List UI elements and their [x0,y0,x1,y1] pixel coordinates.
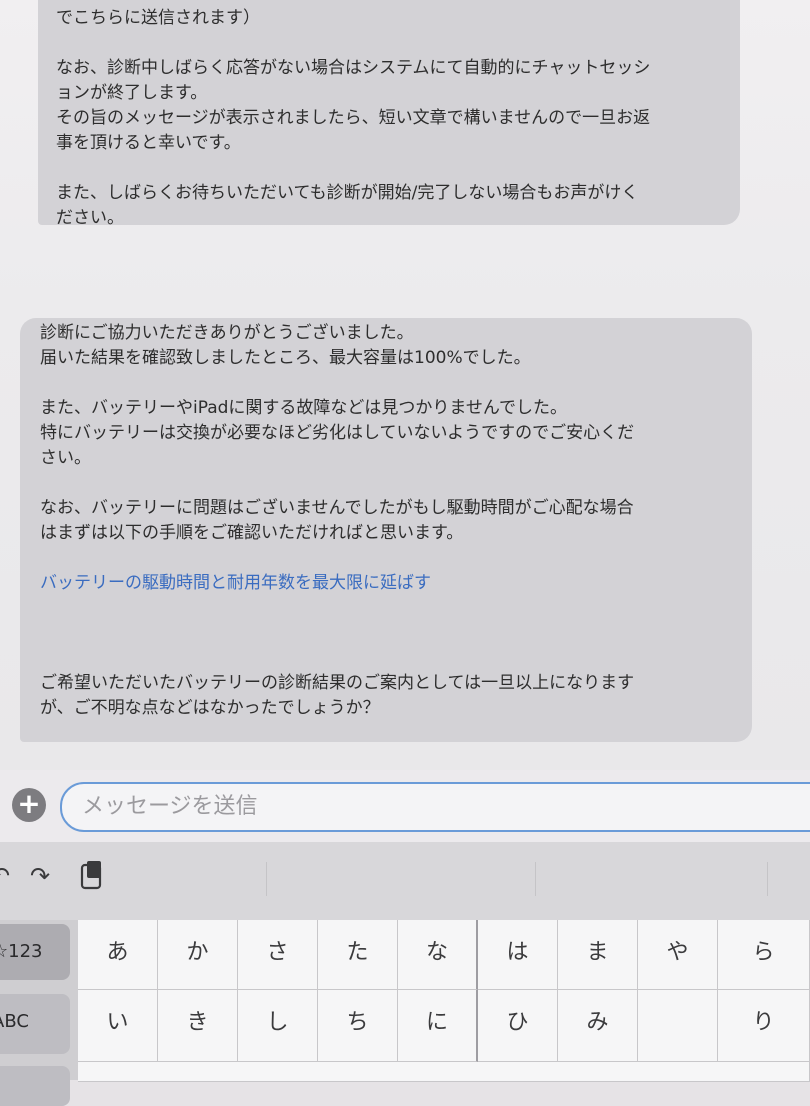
kana-key-ta[interactable]: た [318,920,398,990]
kana-key-hi[interactable]: ひ [478,990,558,1062]
numbers-mode-key[interactable]: ☆123 [0,924,70,980]
message-line: 診断にご協力いただきありがとうございました。 [40,323,414,343]
kana-key-ki[interactable]: き [158,990,238,1062]
message-line: なお、診断中しばらく応答がない場合はシステムにて自動的にチャットセッシ [56,58,651,78]
kana-key-chi[interactable]: ち [318,990,398,1062]
plus-icon[interactable]: + [12,788,46,822]
kana-key-shi[interactable]: し [238,990,318,1062]
kana-key-blank[interactable] [638,990,718,1062]
message-line: その旨のメッセージが表示されましたら、短い文章で構いませんので一旦お返 [56,108,651,128]
kana-key-mi[interactable]: み [558,990,638,1062]
kana-key-ra[interactable]: ら [718,920,810,990]
chat-transcript: でこちらに送信されます） なお、診断中しばらく応答がない場合はシステムにて自動的… [0,0,810,770]
toolbar-divider [535,862,536,896]
message-line: 事を頂けると幸いです。 [56,133,241,153]
kana-key-sa[interactable]: さ [238,920,318,990]
message-line: 特にバッテリーは交換が必要なほど劣化はしていないようですのでご安心くだ [40,423,635,443]
keyboard-side-key[interactable] [0,1066,70,1106]
battery-support-link[interactable]: バッテリーの駆動時間と耐用年数を最大限に延ばす [40,571,734,596]
message-line: でこちらに送信されます） [56,8,260,28]
undo-icon[interactable]: ↶ [0,862,10,890]
kana-key-i[interactable]: い [78,990,158,1062]
kana-key-ya[interactable]: や [638,920,718,990]
message-line: 届いた結果を確認致しましたところ、最大容量は100%でした。 [40,348,531,368]
redo-icon[interactable]: ↷ [30,862,50,890]
message-line: さい。 [40,448,91,468]
message-line: ョンが終了します。 [56,83,208,103]
agent-message-bubble: でこちらに送信されます） なお、診断中しばらく応答がない場合はシステムにて自動的… [38,0,740,228]
kana-key-ri[interactable]: り [718,990,810,1062]
toolbar-divider [266,862,267,896]
message-line: なお、バッテリーに問題はございませんでしたがもし駆動時間がご心配な場合 [40,498,634,518]
message-input[interactable]: メッセージを送信 [60,782,810,832]
message-line: また、しばらくお待ちいただいても診断が開始/完了しない場合もお声がけく [56,183,639,203]
paste-icon[interactable] [80,860,104,896]
keyboard-toolbar [0,842,810,920]
message-line: が、ご不明な点などはなかったでしょうか？ [40,698,380,718]
abc-mode-key[interactable]: ABC [0,994,70,1054]
keyboard-row3[interactable] [78,1062,810,1082]
kana-key-ma[interactable]: ま [558,920,638,990]
kana-key-a[interactable]: あ [78,920,158,990]
message-line: はまずは以下の手順をご確認いただければと思います。 [40,523,464,543]
kana-key-ka[interactable]: か [158,920,238,990]
agent-message-bubble: 診断にご協力いただきありがとうございました。 届いた結果を確認致しましたところ、… [20,318,752,742]
message-line: ご希望いただいたバッテリーの診断結果のご案内としては一旦以上になります [40,673,635,693]
message-line: また、バッテリーやiPadに関する故障などは見つかりませんでした。 [40,398,568,418]
kana-key-na[interactable]: な [398,920,478,990]
kana-key-ni[interactable]: に [398,990,478,1062]
message-line: ださい。 [56,208,124,228]
kana-key-ha[interactable]: は [478,920,558,990]
toolbar-divider [767,862,768,896]
keyboard: ☆123 ABC あ か さ た な は ま や ら い き し ち に ひ み… [0,920,810,1106]
